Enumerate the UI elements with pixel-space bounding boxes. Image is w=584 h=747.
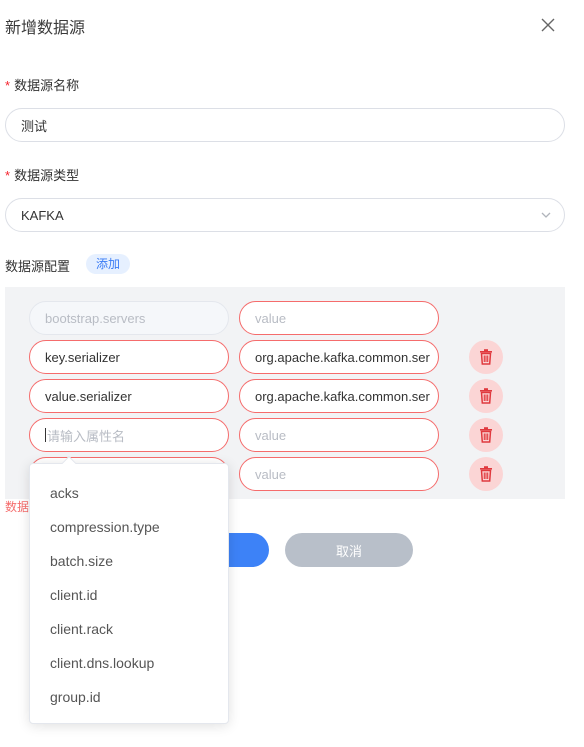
dialog-header: 新增数据源 [0,0,584,50]
config-label: 数据源配置 [5,259,71,274]
trash-icon [480,427,492,443]
text-caret [45,428,46,442]
close-icon[interactable] [539,16,557,34]
delete-row-button[interactable] [469,379,503,413]
delete-row-button[interactable] [469,418,503,452]
delete-row-button[interactable] [469,340,503,374]
trash-icon [480,388,492,404]
type-label: * 数据源类型 [5,168,80,183]
dropdown-option[interactable]: acks [30,476,228,510]
dropdown-option[interactable]: group.id [30,680,228,714]
name-input[interactable]: 测试 [5,108,565,142]
delete-row-button[interactable] [469,457,503,491]
config-error-text: 数据 [5,500,30,514]
chevron-down-icon [541,212,551,218]
dropdown-option[interactable]: client.rack [30,612,228,646]
trash-icon [480,466,492,482]
cancel-button[interactable]: 取消 [285,533,413,567]
add-config-button[interactable]: 添加 [86,254,131,274]
dialog-title: 新增数据源 [5,20,86,37]
config-value-input[interactable]: org.apache.kafka.common.ser [239,340,439,374]
required-mark: * [5,78,11,93]
config-value-input[interactable]: value [239,301,439,335]
config-key-input[interactable]: value.serializer [29,379,229,413]
config-value-input[interactable]: value [239,457,439,491]
name-label: * 数据源名称 [5,78,80,93]
config-value-input[interactable]: org.apache.kafka.common.ser [239,379,439,413]
dropdown-option[interactable]: compression.type [30,510,228,544]
dropdown-option[interactable]: client.id [30,578,228,612]
config-key-input[interactable]: bootstrap.servers [29,301,229,335]
property-suggestion-dropdown: acks compression.type batch.size client.… [29,455,229,724]
config-key-input[interactable]: key.serializer [29,340,229,374]
confirm-button[interactable] [228,533,269,567]
config-key-input[interactable]: 请输入属性名 [29,418,229,452]
trash-icon [480,349,492,365]
dropdown-option[interactable]: client.dns.lookup [30,646,228,680]
type-select[interactable]: KAFKA [5,198,565,232]
dropdown-option[interactable]: batch.size [30,544,228,578]
config-value-input[interactable]: value [239,418,439,452]
required-mark: * [5,168,11,183]
